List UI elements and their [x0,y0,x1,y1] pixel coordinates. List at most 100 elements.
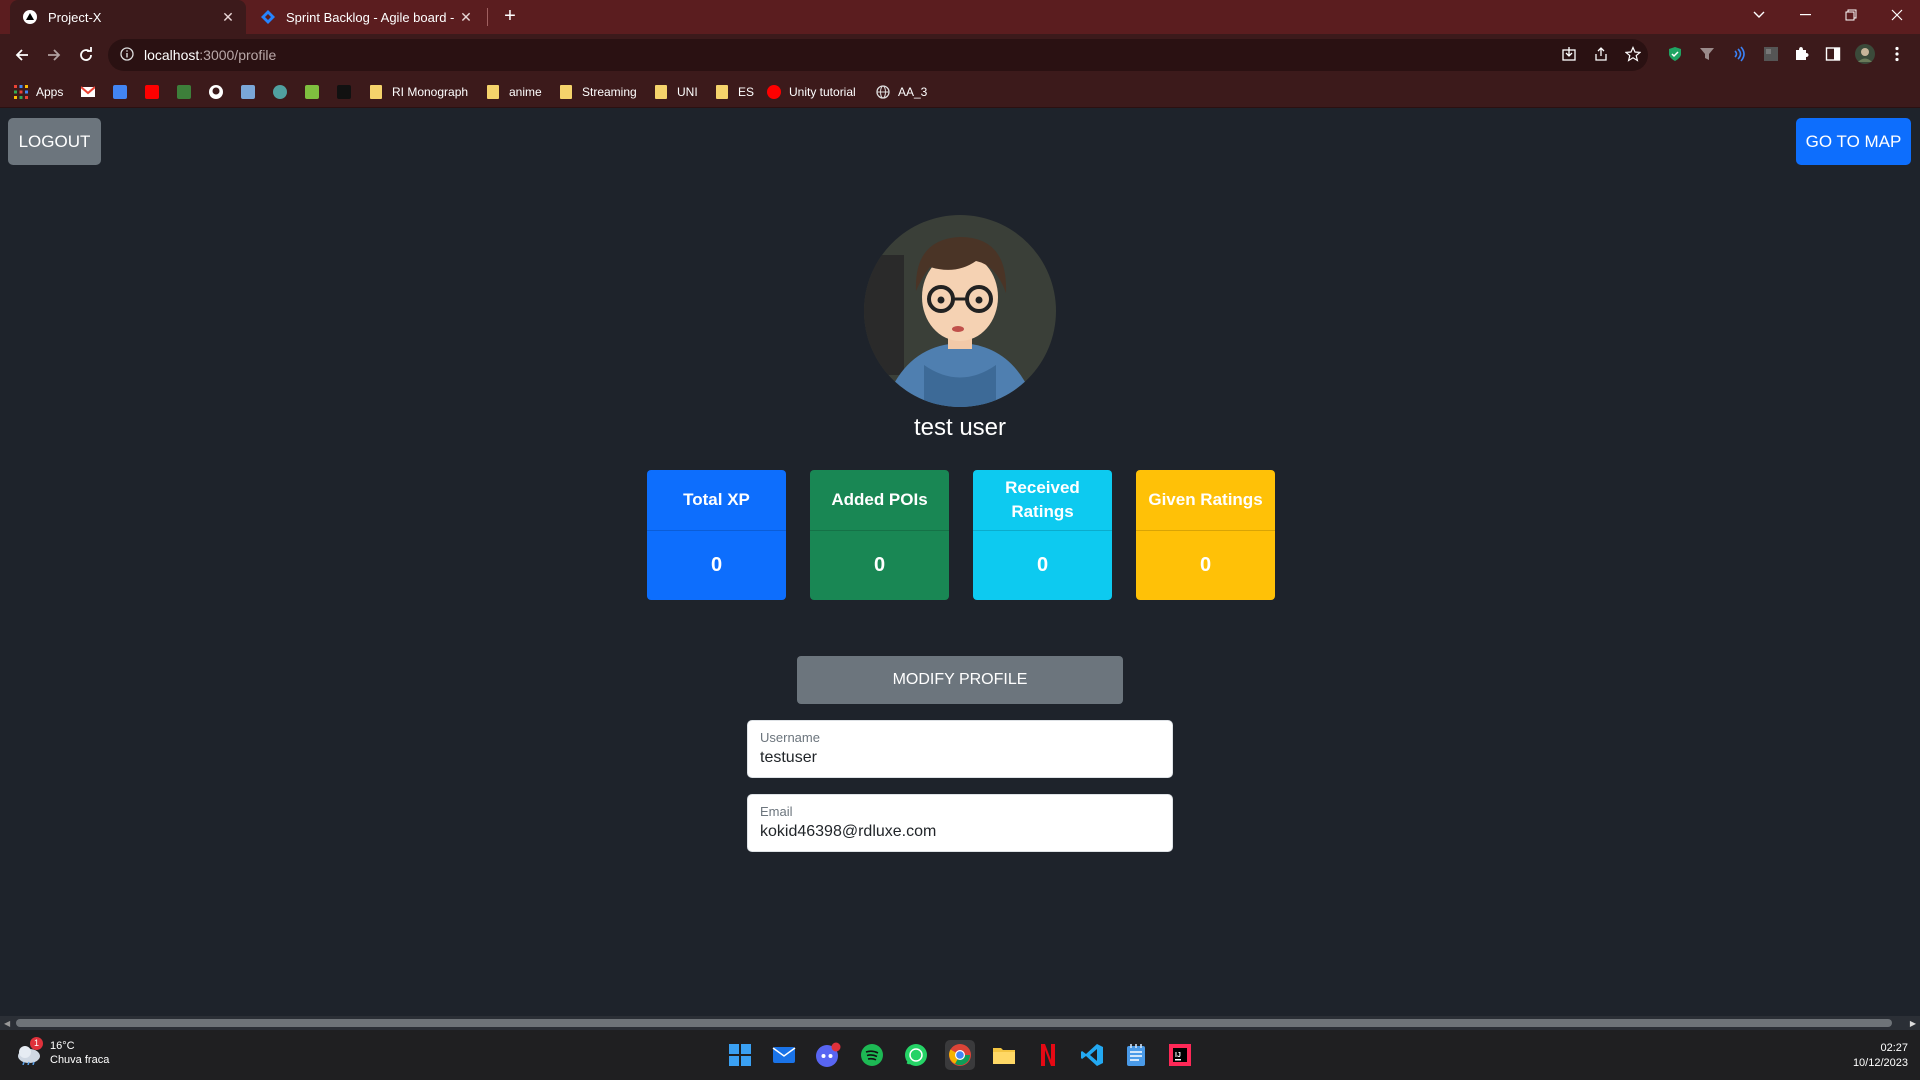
notepad-icon[interactable] [1121,1040,1151,1070]
username-value[interactable]: testuser [760,749,1160,767]
bookmark-ri-monograph[interactable]: RI Monograph [370,83,468,101]
tab-sprint-backlog[interactable]: Sprint Backlog - Agile board - Ji ✕ [252,0,484,34]
bookmark-label: Apps [36,85,64,99]
tab-title: Sprint Backlog - Agile board - Ji [286,9,458,25]
forward-icon[interactable] [42,43,66,67]
youtube-icon[interactable] [145,85,159,99]
browser-toolbar: localhost:3000/profile [0,34,1920,76]
github-icon[interactable] [209,85,223,99]
filter-extension-icon[interactable] [1696,43,1718,65]
share-icon[interactable] [1590,43,1612,65]
bookmark-label: ES [738,85,755,99]
stat-label: Received Ratings [973,470,1112,531]
project-x-logo-icon [22,9,38,25]
stat-card-added-pois: Added POIs 0 [810,470,949,600]
bookmark-aa3[interactable]: AA_3 [876,83,927,101]
folder-icon [370,85,382,99]
grid-extension-icon[interactable] [1760,43,1782,65]
discord-icon[interactable] [813,1040,843,1070]
gmail-icon[interactable] [80,85,96,99]
email-label: Email [760,804,793,819]
chess-bookmark-icon[interactable] [305,85,319,99]
vscode-icon[interactable] [1077,1040,1107,1070]
extensions-puzzle-icon[interactable] [1790,43,1812,65]
bookmark-es[interactable]: ES [716,83,754,101]
system-clock[interactable]: 02:27 10/12/2023 [1853,1041,1908,1071]
stat-value: 0 [873,554,886,576]
jira-logo-icon [260,9,276,25]
scrollbar-thumb[interactable] [16,1019,1892,1027]
bookmark-anime[interactable]: anime [487,83,542,101]
clock-time: 02:27 [1880,1042,1908,1054]
close-tab-icon[interactable]: ✕ [458,9,474,26]
bookmark-uni[interactable]: UNI [655,83,698,101]
close-window-icon[interactable] [1874,0,1920,30]
username-field[interactable]: Username testuser [747,720,1173,778]
intellij-icon[interactable]: IJ [1165,1040,1195,1070]
mail-icon[interactable] [769,1040,799,1070]
shield-extension-icon[interactable] [1664,43,1686,65]
editor-bookmark-icon[interactable] [241,85,255,99]
colorful-bookmark-icon[interactable] [273,85,287,99]
calendar-bookmark-icon[interactable] [177,85,191,99]
taskbar: 1 16°C Chuva fraca IJ 02:27 10/12/2023 [0,1030,1920,1080]
netflix-icon[interactable] [1033,1040,1063,1070]
install-app-icon[interactable] [1558,43,1580,65]
stat-value: 0 [1199,554,1212,576]
stat-label: Total XP [647,470,786,531]
back-icon[interactable] [10,43,34,67]
stat-label: Given Ratings [1136,470,1275,531]
spotify-icon[interactable] [857,1040,887,1070]
svg-text:IJ: IJ [1175,1052,1181,1059]
dark-bookmark-icon[interactable] [337,85,351,99]
chrome-icon[interactable] [945,1040,975,1070]
file-explorer-icon[interactable] [989,1040,1019,1070]
side-panel-icon[interactable] [1822,43,1844,65]
minimize-icon[interactable] [1782,0,1828,30]
tab-strip: Project-X ✕ Sprint Backlog - Agile board… [0,0,1920,34]
bookmarks-bar: Apps RI Monograph anime Streaming UNI ES… [0,76,1920,108]
stat-value: 0 [1036,554,1049,576]
profile-avatar-icon[interactable] [1854,43,1876,65]
google-translate-icon[interactable] [113,85,127,99]
weather-temp: 16°C [50,1040,75,1052]
email-field[interactable]: Email kokid46398@rdluxe.com [747,794,1173,852]
windows-start-icon[interactable] [725,1040,755,1070]
audio-extension-icon[interactable] [1728,43,1750,65]
avatar [864,215,1056,407]
close-tab-icon[interactable]: ✕ [220,9,236,26]
stat-card-received-ratings: Received Ratings 0 [973,470,1112,600]
profile-display-name: test user [913,414,1007,441]
weather-widget[interactable]: 1 16°C Chuva fraca [16,1037,109,1066]
profile-page: LOGOUT GO TO MAP test user Total XP 0 Ad… [0,108,1920,1016]
bookmark-streaming[interactable]: Streaming [560,83,637,101]
address-bar[interactable]: localhost:3000/profile [108,39,1648,71]
logout-button[interactable]: LOGOUT [8,118,101,165]
restore-icon[interactable] [1828,0,1874,30]
url-path: :3000/profile [199,47,277,63]
email-value[interactable]: kokid46398@rdluxe.com [760,823,1160,841]
menu-icon[interactable] [1886,43,1908,65]
site-info-icon[interactable] [120,46,134,64]
scroll-left-icon[interactable]: ◀ [4,1019,10,1028]
globe-icon [876,85,890,99]
bookmark-star-icon[interactable] [1622,43,1644,65]
reload-icon[interactable] [74,43,98,67]
whatsapp-icon[interactable] [901,1040,931,1070]
tab-project-x[interactable]: Project-X ✕ [10,0,246,34]
modify-profile-button[interactable]: MODIFY PROFILE [797,656,1123,704]
horizontal-scrollbar[interactable]: ◀ ▶ [0,1016,1920,1030]
tab-search-icon[interactable] [1736,0,1782,30]
tab-separator [487,8,488,26]
username-label: Username [760,730,820,745]
new-tab-icon[interactable]: + [498,5,522,29]
scroll-right-icon[interactable]: ▶ [1910,1019,1916,1028]
bookmark-apps[interactable]: Apps [14,83,63,101]
weather-badge: 1 [30,1037,43,1050]
weather-cloud-icon: 1 [16,1037,43,1065]
stat-label: Added POIs [810,470,949,531]
go-to-map-button[interactable]: GO TO MAP [1796,118,1911,165]
bookmark-unity-tutorial[interactable]: Unity tutorial [767,83,856,101]
folder-icon [655,85,667,99]
clock-date: 10/12/2023 [1852,1057,1908,1069]
